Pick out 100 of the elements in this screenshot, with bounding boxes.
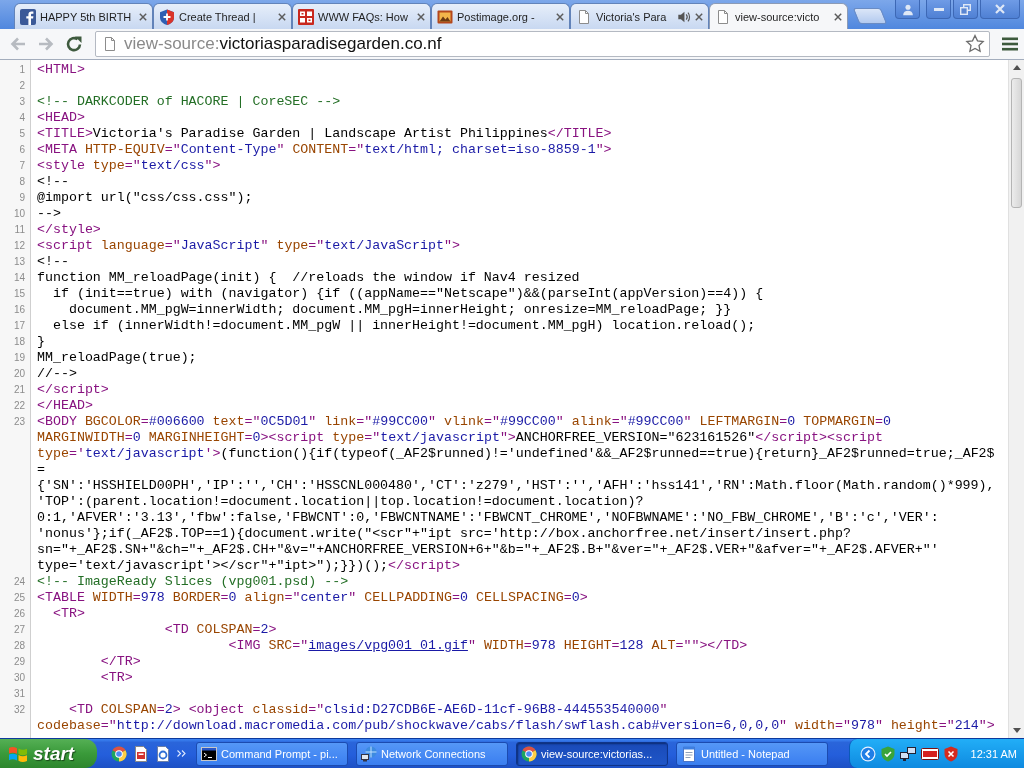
f-logo-icon — [20, 8, 36, 25]
menu-icon[interactable] — [1002, 37, 1018, 51]
profile-button[interactable] — [895, 0, 920, 19]
code-line: <HTML> — [37, 62, 85, 78]
code-line: else if (innerWidth!=document.MM_pgW || innerHeight!=document.MM_pgH) location.reload(); — [51, 318, 756, 334]
browser-tab[interactable]: Postimage.org - — [431, 3, 570, 29]
close-icon[interactable] — [278, 12, 286, 21]
code-line: <HEAD> — [37, 110, 85, 126]
line-number: 13 — [12, 255, 26, 269]
code-line: <!-- ImageReady Slices (vpg001.psd) --> — [37, 574, 349, 590]
line-number: 24 — [12, 575, 26, 589]
code-line: if (init==true) with (navigator) {if ((appName=="Netscape")&&(parseInt(appVersion)==4)) { — [51, 286, 764, 302]
close-icon[interactable] — [834, 12, 842, 21]
line-number: 18 — [12, 335, 26, 349]
minimize-button[interactable] — [926, 0, 951, 19]
code-line: <style type="text/css"> — [37, 158, 221, 174]
code-line: <BODY BGCOLOR=#006600 text="0C5D01" link="#99CC00" vlink="#99CC00" alink="#99CC00" LEFTMARGIN=0 TOPMARGIN=0 MARGINWIDTH=0 MARGINHEIGHT=0><script type="text/javascript">ANCHORFREE_VERSION="623161526"</script><script type='text/javascript'>(function(){if(typeof(_AF2$runned)!='undefined'&&_AF2$runned==true){return}_AF2$runned=true;_AF2$ = {'SN':'HSSHIELD00PH','IP':'','CH':'HSSCNL000480','CT':'z279','HST':'','AFH':'hss141','RN':Math.floor(Math.random()*999), 'TOP':(parent.location!=document.location||top.location!=document.location)? 0:1,'AFVER':'3.13','fbw':false,'FBWCNT':0,'FBWCNTNAME':'FBWCNT_CHROME','NOFBWNAME':'NO_FBW_CHROME','B':'c','VER': 'nonus'};if(_AF2$.TOP==1){document.write("<scr"+"ipt src='http://box.anchorfree.net/insert/insert.php? sn="+_AF2$.SN+"&ch="+_AF2$.CH+"&v="+ANCHORFREE_VERSION+6+"&b="+_AF2$.B+"&ver="+_AF2$.VER+"&afver="+_AF2$.AFVER+"' type='text/javascript'></scr"+"ipt>");}})();</script> — [37, 414, 995, 574]
left-chevron-icon[interactable] — [859, 745, 876, 762]
person-icon — [901, 2, 914, 16]
code-line: MM_reloadPage(true); — [37, 350, 197, 366]
line-number: 27 — [12, 623, 26, 637]
star-icon[interactable] — [965, 34, 985, 54]
line-number: 6 — [18, 143, 26, 157]
line-number: 7 — [18, 159, 26, 173]
reload-icon[interactable] — [65, 35, 83, 53]
up-arrow-icon[interactable] — [1012, 65, 1021, 70]
tile-icon — [298, 8, 314, 25]
line-number: 21 — [12, 383, 26, 397]
code-line: function MM_reloadPage(init) { //reloads the window if Nav4 resized — [37, 270, 580, 286]
line-number: 3 — [18, 95, 26, 109]
code-line: //--> — [37, 366, 77, 382]
line-number: 23 — [12, 415, 26, 429]
close-icon[interactable] — [417, 12, 425, 21]
network-icon[interactable] — [899, 745, 916, 762]
shield-icon — [159, 8, 175, 25]
close-icon — [995, 4, 1005, 14]
scrollbar[interactable] — [1008, 60, 1024, 738]
browser-icon[interactable] — [111, 745, 127, 762]
line-number: 17 — [12, 319, 26, 333]
restore-icon — [960, 3, 971, 15]
code-line: --> — [37, 206, 61, 222]
line-number: 16 — [12, 303, 26, 317]
code-line: <script language="JavaScript" type="text/JavaScript"> — [37, 238, 460, 254]
close-icon[interactable] — [695, 12, 703, 21]
clock: 12:31 AM — [970, 747, 1017, 760]
code-line: <TD COLSPAN=2> — [163, 622, 277, 638]
code-line: <!-- DARKCODER of HACORE | CoreSEC --> — [37, 94, 341, 110]
picture-icon — [437, 8, 453, 25]
document-icon[interactable] — [155, 745, 171, 762]
line-number: 5 — [18, 127, 26, 141]
flag-icon — [8, 744, 28, 763]
browser-tab[interactable]: view-source:victo — [709, 3, 848, 29]
browser-tab[interactable]: Create Thread | — [153, 3, 292, 29]
code-line: } — [37, 334, 45, 350]
console-icon — [201, 745, 217, 762]
close-icon[interactable] — [139, 12, 147, 21]
line-number: 22 — [12, 399, 26, 413]
code-line: <!-- — [37, 254, 69, 270]
browser-tab[interactable]: WWW FAQs: How — [292, 3, 431, 29]
browser-tab[interactable]: HAPPY 5th BIRTH — [14, 3, 153, 29]
restore-button[interactable] — [953, 0, 978, 19]
address-field[interactable]: view-source:victoriasparadisegarden.co.nf — [95, 31, 990, 57]
line-number: 32 — [12, 703, 26, 717]
scrollbar-thumb[interactable] — [1011, 78, 1022, 208]
line-number: 1 — [18, 63, 26, 77]
code-line: </style> — [37, 222, 101, 238]
line-number: 19 — [12, 351, 26, 365]
document-icon[interactable] — [133, 745, 149, 762]
line-number: 30 — [12, 671, 26, 685]
chevron-icon[interactable] — [177, 750, 186, 757]
code-line: </HEAD> — [37, 398, 93, 414]
source-link[interactable]: images/vpg001_01.gif — [308, 638, 468, 653]
line-number: 8 — [18, 175, 26, 189]
line-number: 9 — [18, 191, 26, 205]
line-number: 28 — [12, 639, 26, 653]
page-icon — [102, 36, 118, 52]
line-number: 10 — [12, 207, 26, 221]
browser-tab[interactable]: Victoria's Para — [570, 3, 709, 29]
line-number: 31 — [12, 687, 26, 701]
line-number: 14 — [12, 271, 26, 285]
card-icon[interactable] — [920, 747, 939, 760]
page-icon — [576, 8, 592, 25]
shield-icon[interactable] — [943, 745, 958, 762]
close-icon[interactable] — [556, 12, 564, 21]
taskbar-button[interactable]: view-source:victorias... — [516, 741, 668, 766]
line-number: 11 — [13, 223, 26, 237]
code-line: document.MM_pgW=innerWidth; document.MM_pgH=innerHeight; onresize=MM_reloadPage; }} — [67, 302, 732, 318]
code-line: @import url("css/css.css"); — [37, 190, 253, 206]
line-number: 12 — [12, 239, 26, 253]
notepad-icon — [681, 745, 697, 762]
code-line: </TR> — [99, 654, 141, 670]
new-tab-button[interactable] — [852, 8, 888, 24]
page-icon — [715, 8, 731, 25]
code-line: <TR> — [99, 670, 133, 686]
close-button[interactable] — [980, 0, 1020, 19]
code-line: <IMG SRC="images/vpg001_01.gif" WIDTH=978 HEIGHT=128 ALT=""></TD> — [227, 638, 748, 654]
code-line: <TR> — [51, 606, 85, 622]
start-button[interactable]: start — [0, 739, 97, 768]
network-icon — [361, 745, 377, 762]
down-arrow-icon[interactable] — [1012, 728, 1021, 733]
